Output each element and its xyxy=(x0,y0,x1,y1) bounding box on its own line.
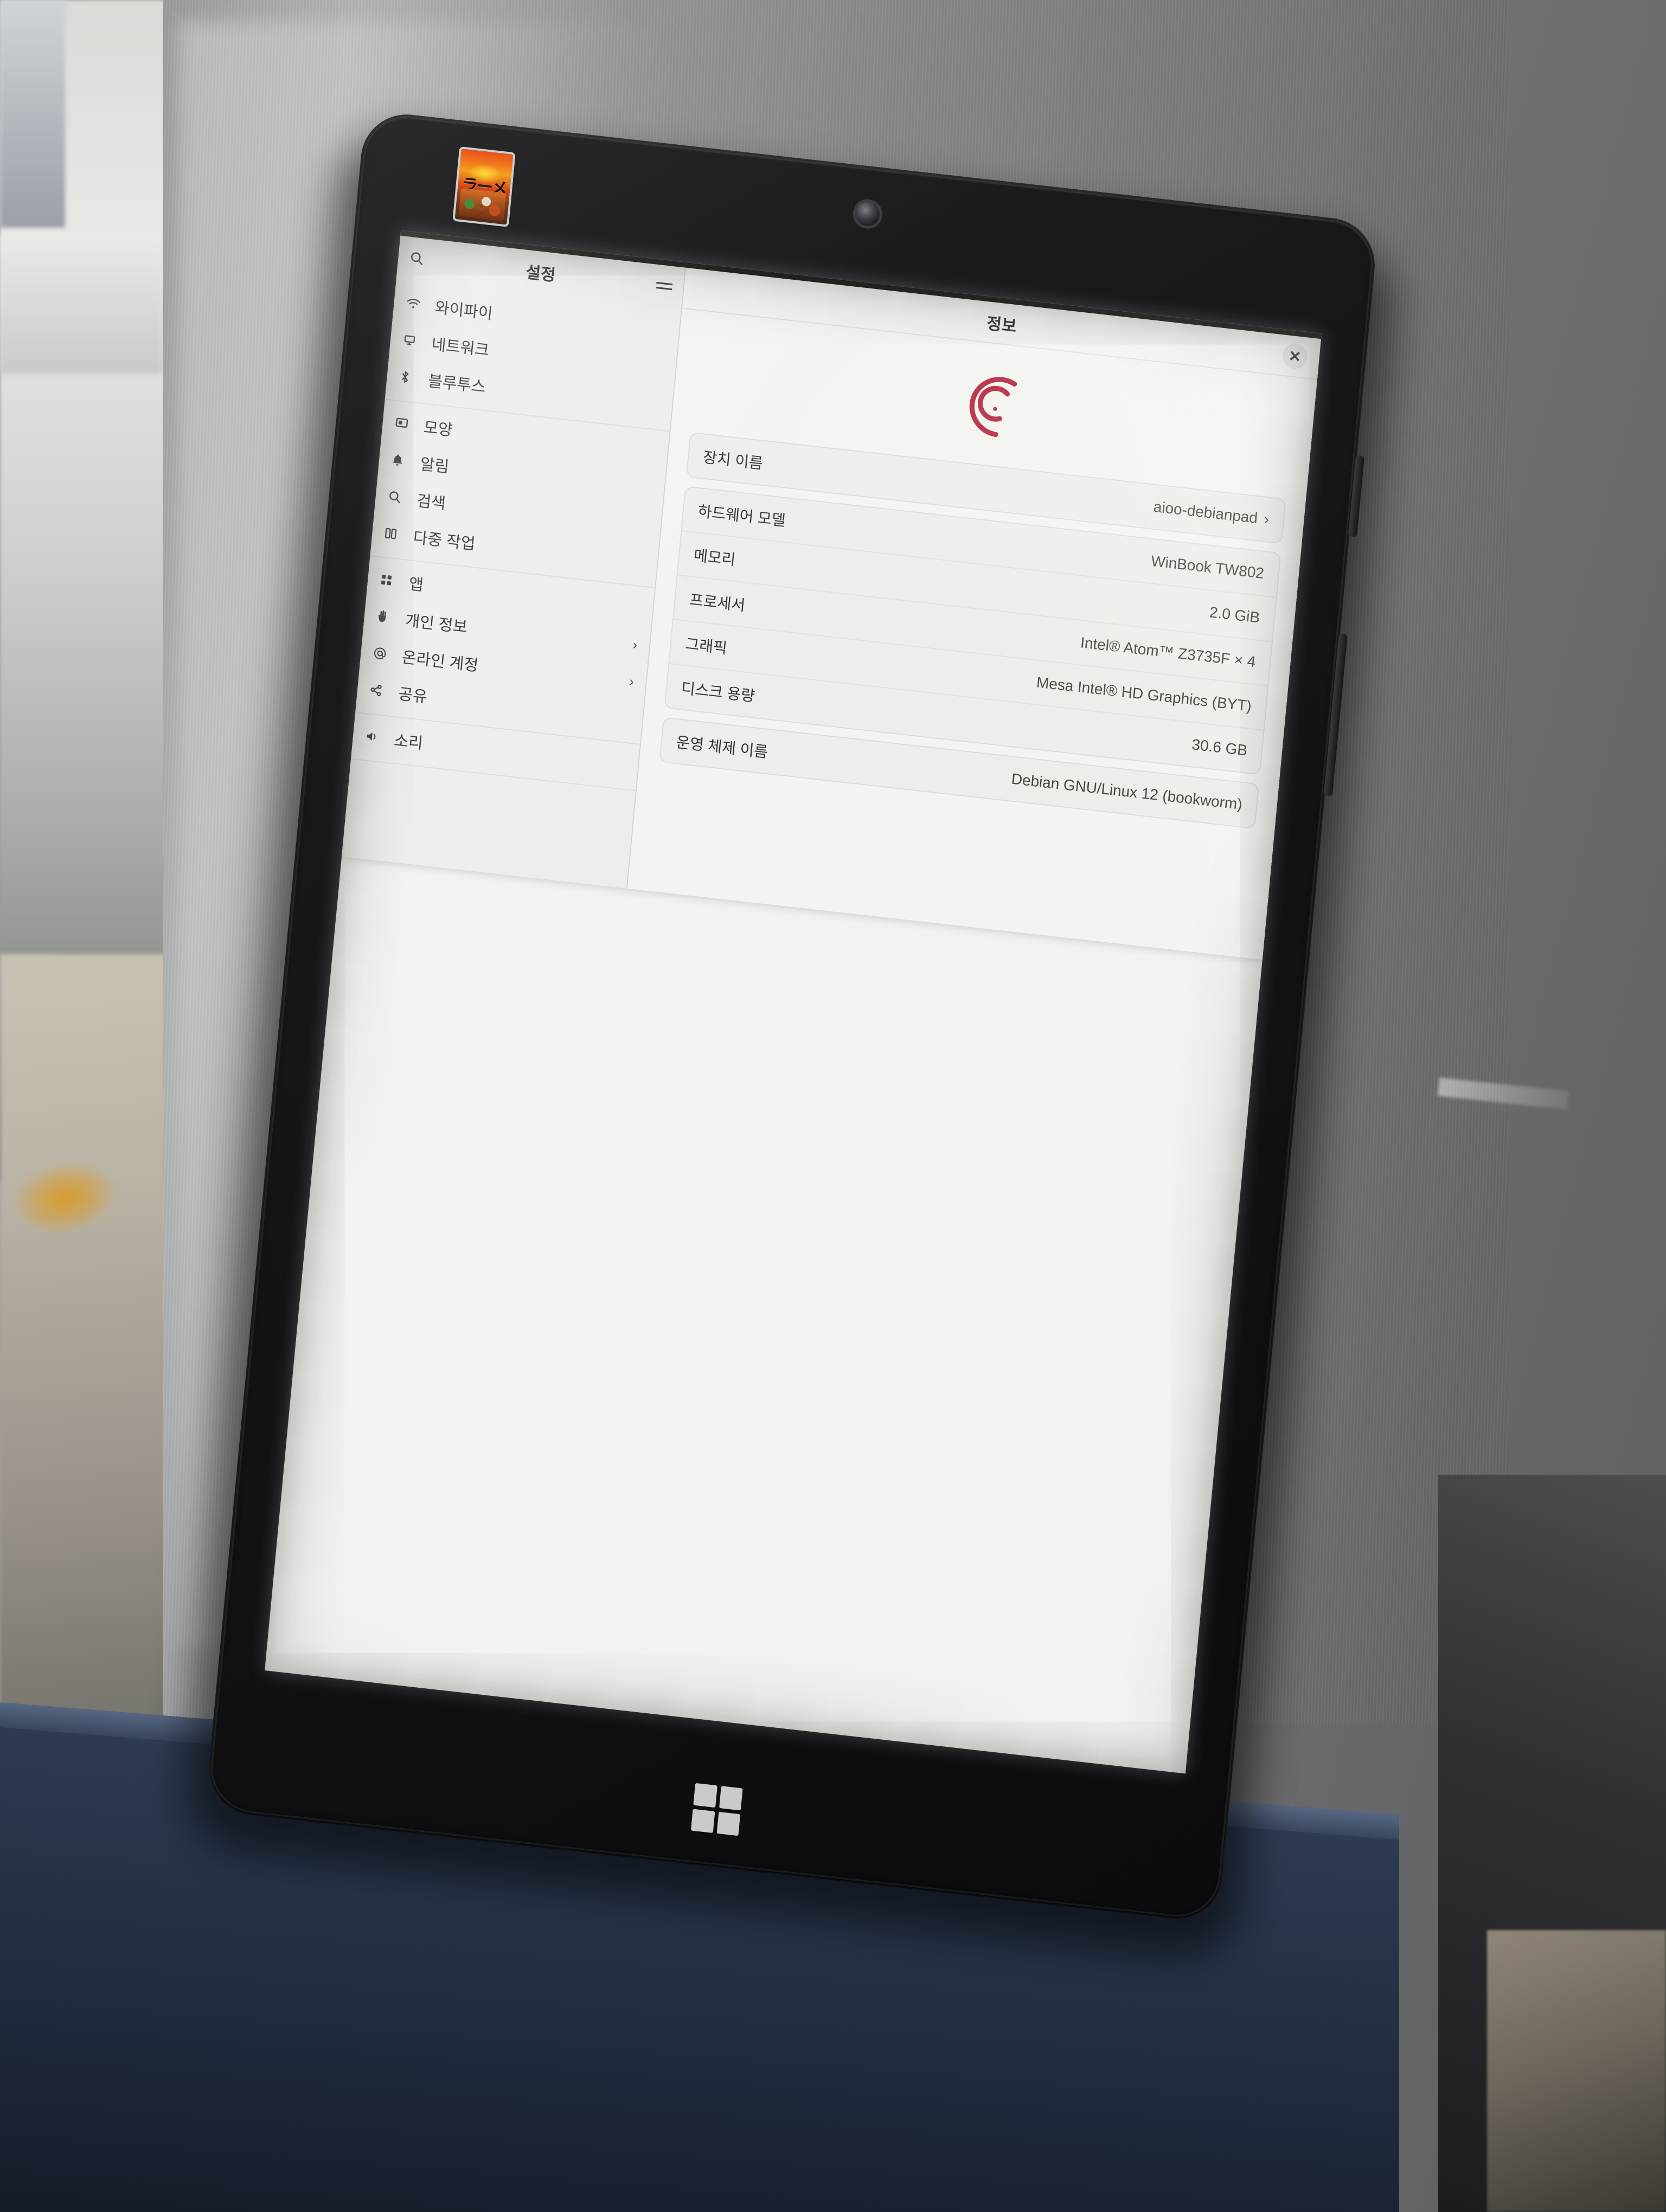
settings-window: 설정 와이파이 네트워크 블루투스 모양 알림 검색 다중 작업 앱 개인 정보… xyxy=(342,235,1321,960)
row-label: 프로세서 xyxy=(689,591,746,614)
windows-logo-quadrant xyxy=(719,1786,743,1810)
ramen-sticker-text: ラーメン xyxy=(460,175,508,221)
privacy-icon xyxy=(376,609,395,625)
windows-logo-quadrant xyxy=(690,1809,715,1833)
row-label: 메모리 xyxy=(693,546,736,569)
ramen-sticker: ラーメン xyxy=(454,149,514,225)
chevron-right-icon: › xyxy=(632,636,638,653)
sidebar-item-label: 개인 정보 xyxy=(405,612,469,636)
row-value: Debian GNU/Linux 12 (bookworm) xyxy=(1010,770,1243,813)
sidebar-item-label: 와이파이 xyxy=(434,299,494,323)
device-name-value: aioo-debianpad xyxy=(1152,498,1259,527)
settings-group-apps: 앱 개인 정보 › 온라인 계정 › 공유 xyxy=(355,556,655,745)
background-window-lower xyxy=(0,233,163,374)
row-value: aioo-debianpad › xyxy=(1153,498,1270,529)
windows-logo-quadrant xyxy=(716,1811,741,1836)
row-label: 하드웨어 모델 xyxy=(697,503,786,530)
background-right-object xyxy=(1487,1930,1666,2212)
settings-about-panel: 정보 ✕ 장치 이름 aioo-debianpad › 하드웨어 모델 WinB… xyxy=(627,267,1321,960)
wifi-icon xyxy=(406,297,425,311)
page-title: 정보 xyxy=(985,314,1017,336)
settings-group-system: 모양 알림 검색 다중 작업 xyxy=(370,400,670,589)
sidebar-item-label: 모양 xyxy=(422,419,453,440)
settings-nav-list: 와이파이 네트워크 블루투스 모양 알림 검색 다중 작업 앱 개인 정보 › … xyxy=(351,276,681,792)
sidebar-item-label: 네트워크 xyxy=(431,336,490,360)
hackers-pub-page: ▲ Hackers' Pub Ahn Kiwook I can't type K… xyxy=(342,235,1321,960)
sound-icon xyxy=(364,729,384,744)
appearance-icon xyxy=(394,416,414,432)
row-label: 운영 체제 이름 xyxy=(675,734,769,761)
background-window-upper xyxy=(0,0,65,228)
bell-icon xyxy=(390,452,410,468)
settings-sidebar: 설정 와이파이 네트워크 블루투스 모양 알림 검색 다중 작업 앱 개인 정보… xyxy=(342,235,687,889)
row-value: WinBook TW802 xyxy=(1150,552,1265,582)
close-button[interactable]: ✕ xyxy=(1281,342,1309,370)
tablet-device: ラーメン 현재 활동 설정 xyxy=(180,110,1399,1964)
chevron-right-icon: › xyxy=(629,673,635,690)
sidebar-item-label: 소리 xyxy=(393,732,424,753)
windows-logo-quadrant xyxy=(693,1783,717,1808)
bluetooth-icon xyxy=(399,369,418,385)
row-value: 30.6 GB xyxy=(1191,736,1248,759)
windows-home-button[interactable] xyxy=(690,1783,743,1836)
row-label: 장치 이름 xyxy=(702,448,764,472)
sidebar-item-label: 온라인 계정 xyxy=(401,648,479,675)
apps-icon xyxy=(379,573,399,588)
network-icon xyxy=(402,333,421,348)
row-label: 그래픽 xyxy=(684,635,728,657)
chevron-right-icon: › xyxy=(1263,510,1270,528)
photograph-scene: ラーメン 현재 활동 설정 xyxy=(0,0,1666,2212)
sidebar-item-label: 다중 작업 xyxy=(412,529,476,554)
search-icon xyxy=(387,489,407,505)
multitasking-icon xyxy=(383,526,403,542)
sidebar-item-label: 공유 xyxy=(398,685,428,706)
row-value: Intel® Atom™ Z3735F × 4 xyxy=(1079,634,1257,671)
row-label: 디스크 용량 xyxy=(680,679,756,705)
sidebar-item-label: 블루투스 xyxy=(427,372,486,396)
row-value: 2.0 GiB xyxy=(1208,603,1261,626)
tablet-screen: 현재 활동 설정 3월 11일 (화) 14:25:15 xyxy=(265,230,1322,1774)
share-icon xyxy=(369,683,388,698)
sidebar-item-label: 검색 xyxy=(415,492,446,513)
at-icon xyxy=(373,646,392,662)
sidebar-item-label: 앱 xyxy=(408,575,424,595)
sidebar-item-label: 알림 xyxy=(419,455,450,477)
